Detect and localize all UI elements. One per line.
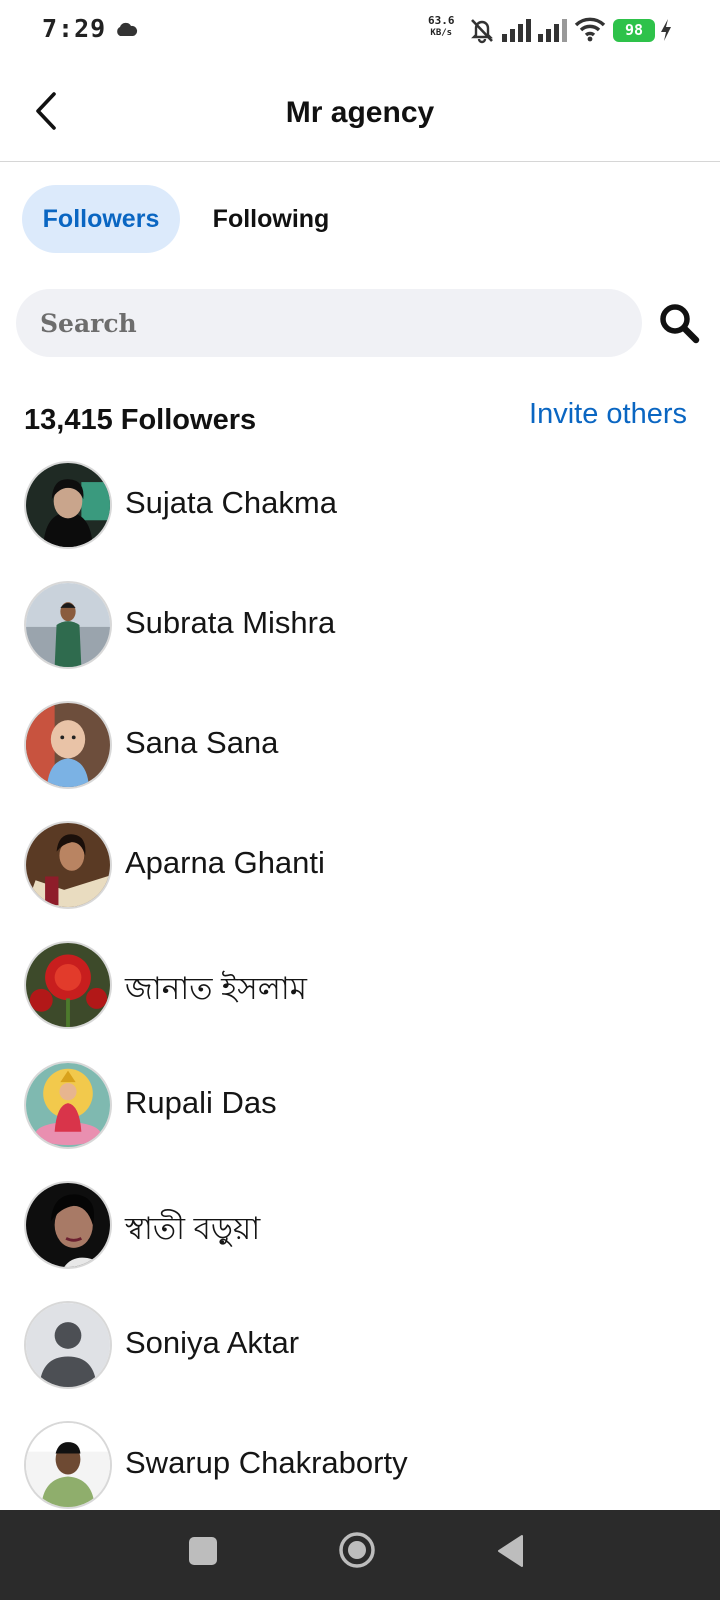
user-name[interactable]: Subrata Mishra xyxy=(125,605,335,641)
avatar-photo xyxy=(26,823,110,907)
avatar-photo xyxy=(26,1423,110,1507)
signal-icon xyxy=(502,19,531,42)
bell-off-icon xyxy=(471,19,493,44)
avatar[interactable] xyxy=(24,941,112,1029)
search-icon xyxy=(660,304,700,344)
net-speed-unit: KB/s xyxy=(430,28,453,38)
followers-count: 13,415 Followers xyxy=(24,404,257,436)
follower-item[interactable]: Sana Sana xyxy=(0,685,720,805)
user-name[interactable]: Aparna Ghanti xyxy=(125,845,325,881)
user-name[interactable]: Swarup Chakraborty xyxy=(125,1445,408,1481)
follower-item[interactable]: Rupali Das xyxy=(0,1045,720,1165)
signal-icon xyxy=(538,19,567,42)
network-speed: 63.6 KB/s xyxy=(428,14,455,40)
recent-apps-icon[interactable] xyxy=(189,1537,217,1565)
wifi-icon xyxy=(574,17,606,42)
system-nav-bar xyxy=(0,1510,720,1600)
follower-item[interactable]: Subrata Mishra xyxy=(0,565,720,685)
follower-item[interactable]: জানাত ইসলাম xyxy=(0,925,720,1045)
status-time: 7:29 xyxy=(42,14,107,43)
follower-item[interactable]: Swarup Chakraborty xyxy=(0,1405,720,1510)
avatar-photo xyxy=(26,943,110,1027)
net-speed-value: 63.6 xyxy=(428,14,455,27)
user-name[interactable]: Soniya Aktar xyxy=(125,1325,299,1361)
avatar[interactable] xyxy=(24,1181,112,1269)
battery-indicator: 98 xyxy=(613,19,655,42)
invite-others-link[interactable]: Invite others xyxy=(529,398,687,431)
user-name[interactable]: স্বাতী বড়ুয়া xyxy=(125,1205,260,1257)
avatar-photo xyxy=(26,463,110,547)
user-name[interactable]: Rupali Das xyxy=(125,1085,277,1121)
avatar-photo xyxy=(26,583,110,667)
back-icon[interactable] xyxy=(496,1534,524,1568)
avatar[interactable] xyxy=(24,701,112,789)
user-name[interactable]: Sana Sana xyxy=(125,725,278,761)
avatar[interactable] xyxy=(24,821,112,909)
follower-item[interactable]: Aparna Ghanti xyxy=(0,805,720,925)
avatar-photo xyxy=(26,703,110,787)
search-button[interactable] xyxy=(654,298,704,348)
avatar[interactable] xyxy=(24,461,112,549)
follower-item[interactable]: স্বাতী বড়ুয়া xyxy=(0,1165,720,1285)
follower-list: Sujata Chakma Subrata Mishra Sana Sana A… xyxy=(0,445,720,1510)
avatar-photo xyxy=(26,1063,110,1147)
follower-item[interactable]: Sujata Chakma xyxy=(0,445,720,565)
avatar[interactable] xyxy=(24,581,112,669)
page-title: Mr agency xyxy=(285,96,435,129)
follower-item[interactable]: Soniya Aktar xyxy=(0,1285,720,1405)
default-avatar-icon xyxy=(26,1303,110,1387)
avatar[interactable] xyxy=(24,1061,112,1149)
user-name[interactable]: জানাত ইসলাম xyxy=(125,965,307,1017)
home-icon[interactable] xyxy=(338,1531,376,1569)
status-bar: 7:29 63.6 KB/s 98 xyxy=(0,0,720,62)
user-name[interactable]: Sujata Chakma xyxy=(125,485,337,521)
header: Mr agency xyxy=(0,62,720,162)
avatar[interactable] xyxy=(24,1301,112,1389)
cloud-icon xyxy=(117,22,138,36)
avatar[interactable] xyxy=(24,1421,112,1509)
bolt-icon xyxy=(661,19,671,41)
search-input[interactable] xyxy=(16,289,642,357)
avatar-photo xyxy=(26,1183,110,1267)
tab-following[interactable]: Following xyxy=(196,185,346,253)
tab-followers[interactable]: Followers xyxy=(22,185,180,253)
